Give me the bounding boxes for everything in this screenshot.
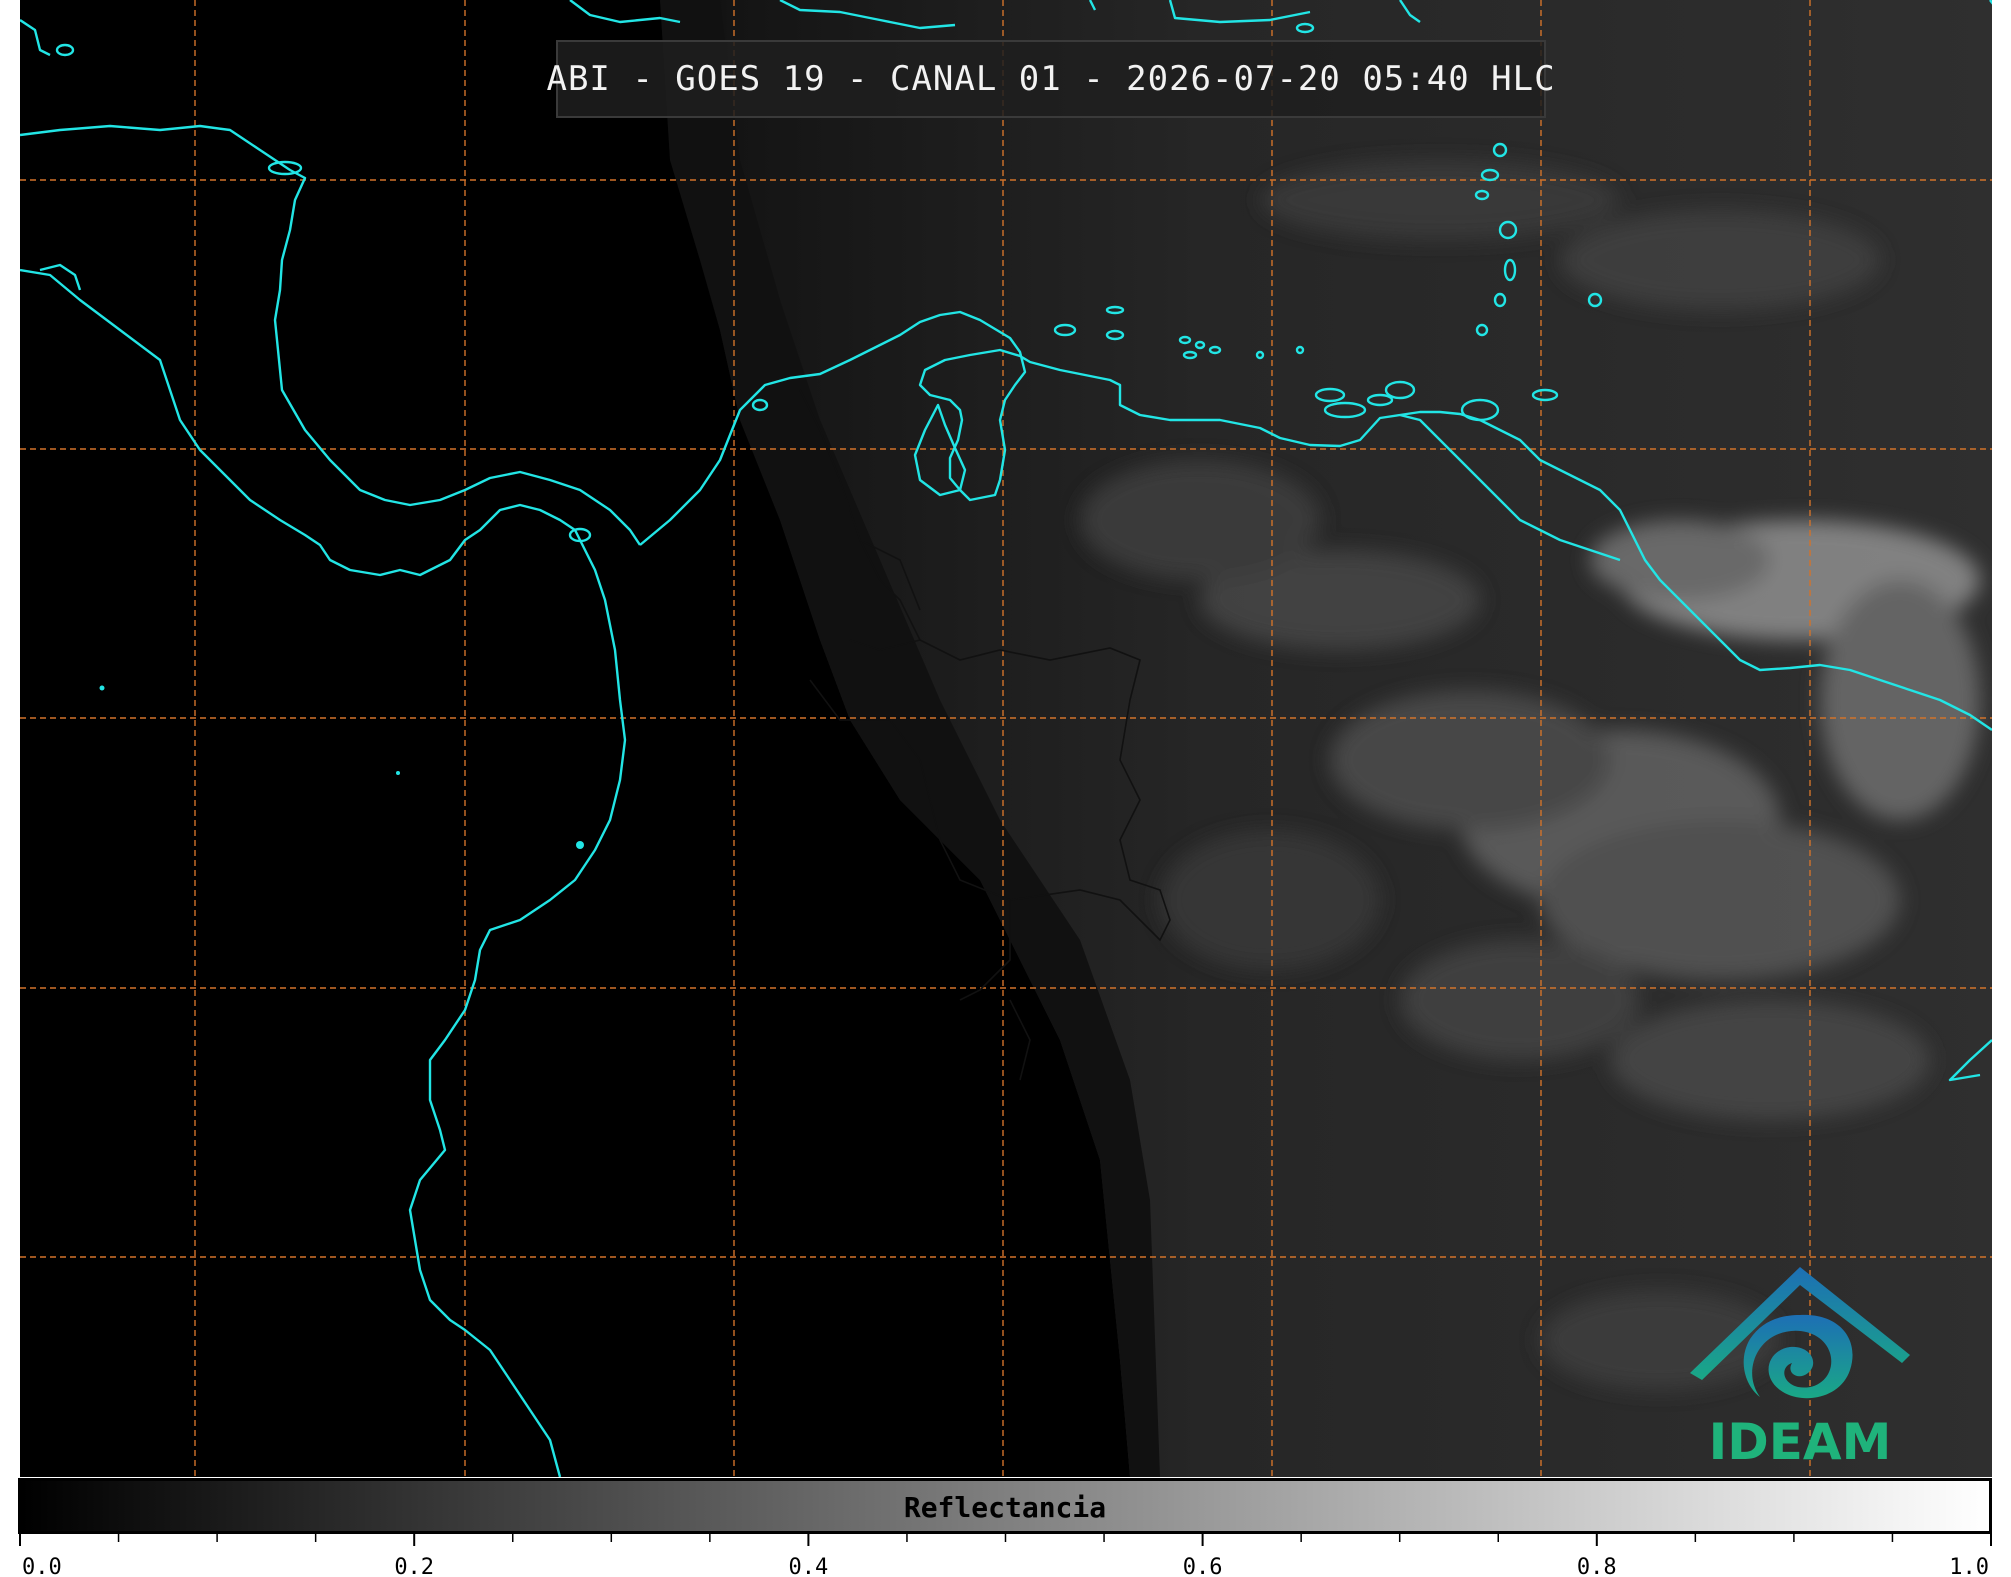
- colorbar-tick-label: 0.6: [1183, 1555, 1223, 1577]
- colorbar-tick-label: 0.4: [789, 1555, 829, 1577]
- satellite-image-panel[interactable]: ABI - GOES 19 - CANAL 01 - 2026-07-20 05…: [20, 0, 1992, 1477]
- colorbar-tick-label: 0.2: [394, 1555, 434, 1577]
- colorbar-tick-label: 1.0: [1949, 1555, 1989, 1577]
- ideam-logo: IDEAM: [1680, 1255, 1920, 1475]
- colorbar-label: Reflectancia: [903, 1491, 1107, 1524]
- ideam-logo-text: IDEAM: [1708, 1413, 1892, 1471]
- ideam-logo-mark: [1690, 1267, 1910, 1399]
- image-title: ABI - GOES 19 - CANAL 01 - 2026-07-20 05…: [546, 59, 1556, 99]
- colorbar-tick-label: 0.0: [22, 1555, 62, 1577]
- colorbar: Reflectancia: [18, 1478, 1992, 1534]
- swirl-shape: [1743, 1314, 1853, 1399]
- colorbar-tick-label: 0.8: [1577, 1555, 1617, 1577]
- image-title-box: ABI - GOES 19 - CANAL 01 - 2026-07-20 05…: [546, 40, 1555, 118]
